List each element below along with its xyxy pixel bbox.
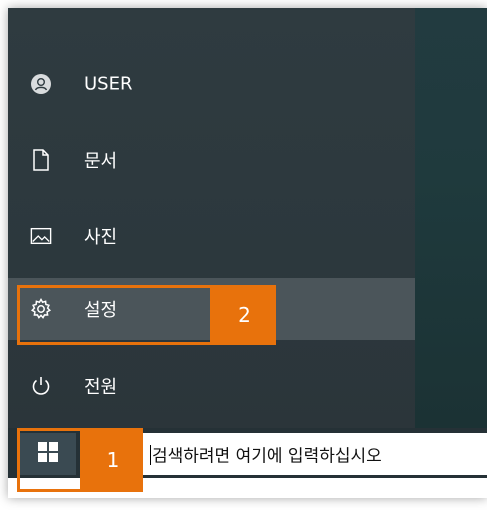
- windows-screen: USER 문서 사진 설정 전원 검색하려면 여기에 입력하십시오: [8, 8, 487, 498]
- screenshot-canvas: USER 문서 사진 설정 전원 검색하려면 여기에 입력하십시오 2 1: [0, 0, 487, 517]
- start-menu-item-label: 전원: [84, 377, 118, 398]
- gear-icon: [30, 298, 52, 320]
- callout-2-number: 2: [213, 285, 276, 345]
- user-avatar-icon: [30, 73, 52, 95]
- start-menu-item-label: 설정: [84, 300, 118, 321]
- start-button[interactable]: [20, 433, 76, 475]
- start-menu-item-label: USER: [84, 73, 133, 95]
- taskbar-search-box[interactable]: 검색하려면 여기에 입력하십시오: [143, 433, 487, 475]
- desktop-background: [415, 8, 487, 428]
- document-icon: [30, 149, 52, 171]
- power-icon: [30, 375, 52, 397]
- windows-logo-icon: [38, 442, 58, 466]
- start-menu: USER 문서 사진 설정 전원: [8, 8, 415, 428]
- callout-1-number: 1: [83, 428, 143, 492]
- start-menu-item-user[interactable]: USER: [8, 60, 415, 108]
- text-caret: [150, 445, 151, 465]
- screenshot-bottom-margin: [8, 478, 487, 498]
- start-menu-item-settings[interactable]: 설정: [8, 278, 415, 340]
- start-menu-item-label: 사진: [84, 227, 118, 248]
- start-menu-item-documents[interactable]: 문서: [8, 136, 415, 184]
- start-menu-item-label: 문서: [84, 151, 118, 172]
- start-menu-item-power[interactable]: 전원: [8, 362, 415, 410]
- taskbar: 검색하려면 여기에 입력하십시오: [8, 428, 487, 478]
- search-placeholder: 검색하려면 여기에 입력하십시오: [152, 446, 382, 467]
- image-icon: [30, 225, 52, 247]
- start-menu-item-pictures[interactable]: 사진: [8, 212, 415, 260]
